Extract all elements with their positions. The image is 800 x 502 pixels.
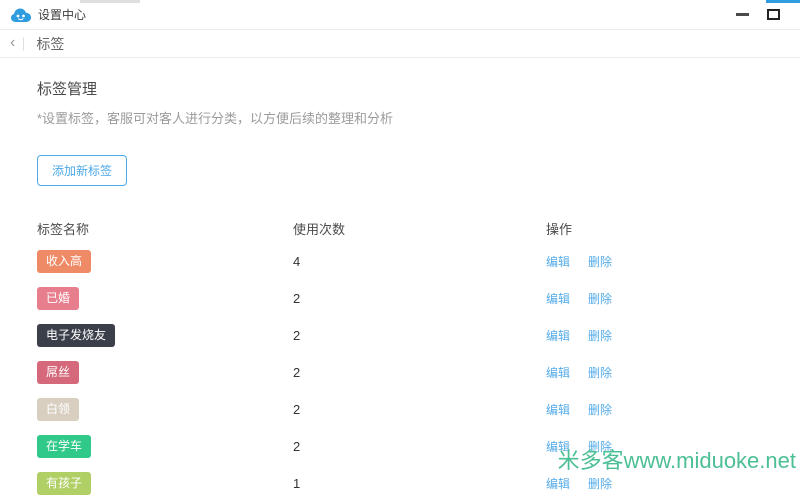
usage-count: 2	[293, 439, 546, 454]
usage-count: 1	[293, 476, 546, 491]
app-title: 设置中心	[38, 6, 86, 23]
page-breadcrumb: 标签	[36, 34, 64, 54]
row-operations: 编辑 删除	[546, 438, 800, 455]
nav-divider	[23, 37, 24, 51]
tag-badge: 收入高	[37, 250, 91, 273]
add-tag-button[interactable]: 添加新标签	[37, 155, 127, 186]
tag-badge: 有孩子	[37, 472, 91, 495]
background-window-fragment-gray	[80, 0, 140, 3]
delete-link[interactable]: 删除	[588, 401, 612, 418]
column-header-tag-name: 标签名称	[37, 219, 293, 238]
row-operations: 编辑 删除	[546, 253, 800, 270]
edit-link[interactable]: 编辑	[546, 253, 570, 270]
delete-link[interactable]: 删除	[588, 438, 612, 455]
cloud-logo-icon	[10, 7, 32, 23]
tag-badge: 电子发烧友	[37, 324, 115, 347]
page-title: 标签管理	[37, 78, 800, 99]
delete-link[interactable]: 删除	[588, 364, 612, 381]
edit-link[interactable]: 编辑	[546, 401, 570, 418]
back-button[interactable]: ‹	[0, 35, 23, 53]
tags-table: 标签名称 使用次数 操作 收入高4编辑删除已婚2编辑删除电子发烧友2编辑删除屌丝…	[37, 213, 800, 502]
page-description: *设置标签，客服可对客人进行分类，以方便后续的整理和分析	[37, 108, 800, 127]
table-body: 收入高4编辑删除已婚2编辑删除电子发烧友2编辑删除屌丝2编辑删除白领2编辑删除在…	[37, 243, 800, 502]
minimize-button[interactable]	[736, 13, 749, 16]
table-row: 屌丝 2编辑 删除	[37, 354, 800, 391]
usage-count: 2	[293, 365, 546, 380]
row-operations: 编辑 删除	[546, 290, 800, 307]
table-row: 收入高 4编辑 删除	[37, 243, 800, 280]
edit-link[interactable]: 编辑	[546, 327, 570, 344]
edit-link[interactable]: 编辑	[546, 475, 570, 492]
usage-count: 2	[293, 402, 546, 417]
background-window-fragment	[766, 0, 800, 3]
usage-count: 4	[293, 254, 546, 269]
table-row: 有孩子 1编辑 删除	[37, 465, 800, 502]
table-row: 电子发烧友 2编辑 删除	[37, 317, 800, 354]
delete-link[interactable]: 删除	[588, 253, 612, 270]
tag-badge: 白领	[37, 398, 79, 421]
edit-link[interactable]: 编辑	[546, 364, 570, 381]
main-content: 标签管理 *设置标签，客服可对客人进行分类，以方便后续的整理和分析 添加新标签 …	[0, 58, 800, 502]
table-row: 在学车 2编辑 删除	[37, 428, 800, 465]
window-controls	[736, 9, 790, 20]
edit-link[interactable]: 编辑	[546, 438, 570, 455]
row-operations: 编辑 删除	[546, 327, 800, 344]
maximize-button[interactable]	[767, 9, 780, 20]
nav-bar: ‹ 标签	[0, 30, 800, 58]
row-operations: 编辑 删除	[546, 364, 800, 381]
column-header-operations: 操作	[546, 219, 800, 238]
table-row: 已婚 2编辑 删除	[37, 280, 800, 317]
row-operations: 编辑 删除	[546, 475, 800, 492]
title-bar: 设置中心	[0, 0, 800, 30]
delete-link[interactable]: 删除	[588, 475, 612, 492]
row-operations: 编辑 删除	[546, 401, 800, 418]
usage-count: 2	[293, 291, 546, 306]
edit-link[interactable]: 编辑	[546, 290, 570, 307]
tag-badge: 在学车	[37, 435, 91, 458]
delete-link[interactable]: 删除	[588, 327, 612, 344]
delete-link[interactable]: 删除	[588, 290, 612, 307]
table-row: 白领 2编辑 删除	[37, 391, 800, 428]
tag-badge: 已婚	[37, 287, 79, 310]
column-header-usage-count: 使用次数	[293, 219, 546, 238]
table-header-row: 标签名称 使用次数 操作	[37, 213, 800, 243]
usage-count: 2	[293, 328, 546, 343]
tag-badge: 屌丝	[37, 361, 79, 384]
